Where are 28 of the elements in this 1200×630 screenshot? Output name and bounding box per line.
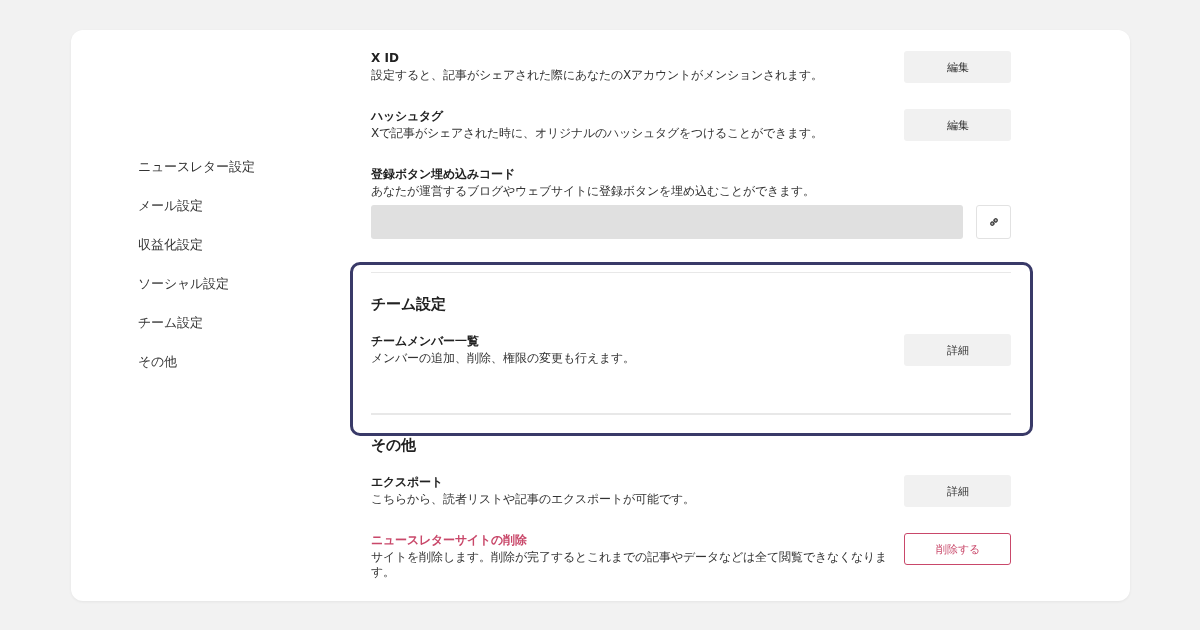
- sidebar-item[interactable]: ソーシャル設定: [138, 275, 229, 293]
- sidebar-item[interactable]: チーム設定: [138, 314, 203, 332]
- setting-description: こちらから、読者リストや記事のエクスポートが可能です。: [371, 492, 696, 507]
- link-icon: [987, 216, 1000, 228]
- action-button[interactable]: 編集: [904, 109, 1011, 141]
- setting-title: 登録ボタン埋め込みコード: [371, 166, 516, 182]
- setting-description: あなたが運営するブログやウェブサイトに登録ボタンを埋め込むことができます。: [371, 184, 816, 199]
- setting-description: メンバーの追加、削除、権限の変更も行えます。: [371, 351, 636, 366]
- setting-description: Xで記事がシェアされた時に、オリジナルのハッシュタグをつけることができます。: [371, 126, 825, 141]
- setting-title: ハッシュタグ: [371, 108, 445, 124]
- sidebar-item[interactable]: ニュースレター設定: [138, 158, 255, 176]
- sidebar-item[interactable]: 収益化設定: [138, 236, 203, 254]
- sidebar-item[interactable]: メール設定: [138, 197, 203, 215]
- setting-title: ニュースレターサイトの削除: [371, 532, 528, 548]
- sidebar-item[interactable]: その他: [138, 353, 177, 371]
- action-button[interactable]: 詳細: [904, 334, 1011, 366]
- action-button[interactable]: 編集: [904, 51, 1011, 83]
- setting-title: チームメンバー一覧: [371, 333, 480, 349]
- action-button[interactable]: 詳細: [904, 475, 1011, 507]
- delete-button[interactable]: 削除する: [904, 533, 1011, 565]
- setting-description: サイトを削除します。削除が完了するとこれまでの記事やデータなどは全て閲覧できなくなります。: [371, 550, 888, 580]
- setting-title: エクスポート: [371, 474, 444, 490]
- setting-description: 設定すると、記事がシェアされた際にあなたのXアカウントがメンションされます。: [371, 68, 825, 83]
- section-heading: その他: [371, 435, 417, 455]
- section-heading: チーム設定: [371, 294, 447, 314]
- setting-title: X ID: [371, 50, 400, 66]
- copy-link-button[interactable]: [976, 205, 1011, 239]
- embed-code-field[interactable]: [371, 205, 963, 239]
